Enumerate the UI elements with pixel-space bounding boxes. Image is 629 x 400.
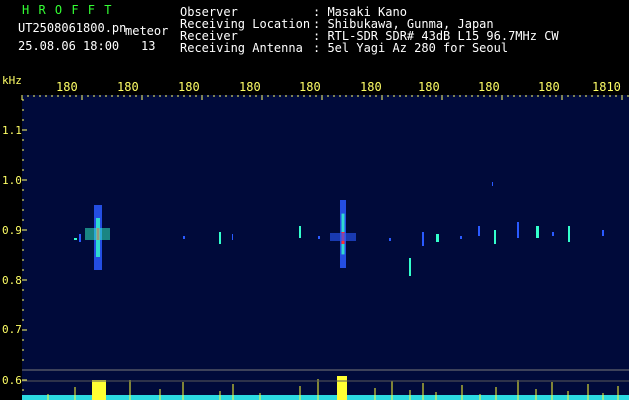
echo-fragment	[460, 236, 462, 239]
activity-peak	[337, 376, 347, 400]
echo-fragment	[232, 234, 233, 240]
x-tick-label: 180	[117, 80, 139, 94]
y-axis-unit: kHz	[2, 74, 22, 87]
y-tick-label: 0.7	[2, 323, 22, 336]
count-value: 13	[141, 39, 156, 53]
echo-fragment	[536, 226, 539, 238]
mode-label: meteor	[125, 24, 169, 38]
echo-fragment	[409, 258, 411, 276]
echo-fragment	[494, 230, 496, 244]
y-tick-label: 0.9	[2, 224, 22, 237]
activity-peak	[92, 380, 106, 400]
echo-fragment	[478, 226, 480, 236]
echo-fragment	[74, 238, 77, 240]
spectrogram-canvas	[21, 95, 629, 400]
echo-fragment	[183, 236, 185, 239]
date-time: 25.08.06 18:00	[18, 39, 120, 53]
y-tick-label: 0.8	[2, 274, 22, 287]
echo-halo	[330, 233, 356, 241]
x-tick-label: 180	[478, 80, 500, 94]
echo-fragment	[517, 222, 519, 238]
echo-fragment	[79, 234, 81, 242]
echo-fragment	[602, 230, 604, 236]
echo-fragment	[492, 182, 493, 186]
echo-fragment	[552, 232, 554, 236]
x-tick-label: 180	[178, 80, 200, 94]
echo-fragment	[568, 226, 570, 242]
echo-fragment	[299, 226, 301, 238]
x-tick-label: 180	[418, 80, 440, 94]
echo-fragment	[436, 234, 439, 242]
echo-fragment	[389, 238, 391, 241]
echo-fragment	[219, 232, 221, 244]
echo-halo	[85, 228, 110, 240]
x-tick-label: 1810	[592, 80, 621, 94]
file-name: UT2508061800.pn	[18, 21, 127, 35]
x-tick-label: 180	[56, 80, 78, 94]
y-tick-label: 0.6	[2, 374, 22, 387]
x-tick-label: 180	[239, 80, 261, 94]
antenna-label: Receiving Antenna	[180, 41, 303, 55]
y-tick-label: 1.0	[2, 174, 22, 187]
echo-fragment	[318, 236, 320, 239]
antenna-value: : 5el Yagi Az 280 for Seoul	[313, 41, 509, 55]
echo-fragment	[422, 232, 424, 246]
x-tick-label: 180	[538, 80, 560, 94]
y-tick-label: 1.1	[2, 124, 22, 137]
plot-area	[22, 95, 629, 400]
logo-text: H R O F F T	[22, 3, 113, 17]
x-tick-label: 180	[360, 80, 382, 94]
activity-baseline	[22, 395, 629, 400]
x-tick-label: 180	[299, 80, 321, 94]
